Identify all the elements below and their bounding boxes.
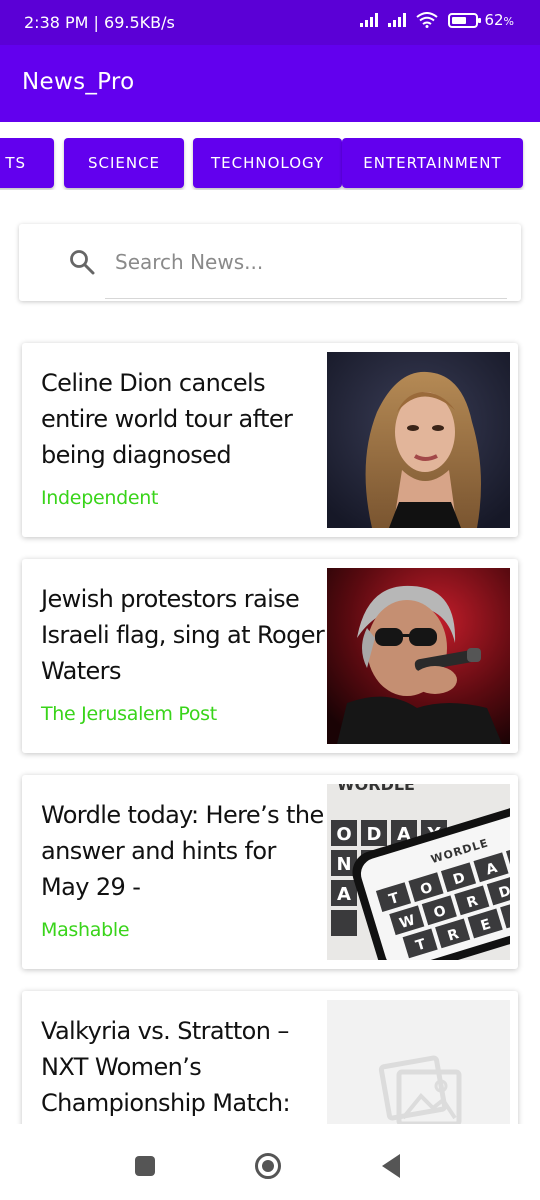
search-underline xyxy=(105,298,507,299)
signal-icon xyxy=(360,13,379,27)
category-button-entertainment[interactable]: ENTERTAINMENT xyxy=(342,138,523,188)
signal-icon-2 xyxy=(388,13,407,27)
wordle-tile: O xyxy=(336,824,351,845)
news-source: The Jerusalem Post xyxy=(41,703,217,725)
search-input[interactable]: Search News... xyxy=(115,250,263,274)
search-card[interactable]: Search News... xyxy=(19,224,521,301)
status-bar: 2:38 PM | 69.5KB/s 62% xyxy=(0,0,540,45)
battery-unit: % xyxy=(503,15,514,28)
battery-icon xyxy=(448,12,482,28)
wordle-title-text: WORDLE xyxy=(337,784,415,794)
news-headline: Valkyria vs. Stratton – NXT Women’s Cham… xyxy=(41,1017,291,1117)
category-button-sports[interactable]: TS xyxy=(0,138,54,188)
battery-percent: 62% xyxy=(484,11,514,29)
news-headline: Celine Dion cancels entire world tour af… xyxy=(41,369,293,469)
status-time: 2:38 PM | 69.5KB/s xyxy=(24,13,175,32)
app-bar: News_Pro xyxy=(0,45,540,122)
back-triangle-icon[interactable] xyxy=(382,1154,400,1178)
wordle-tile: D xyxy=(367,824,382,845)
news-thumbnail-roger-waters[interactable] xyxy=(327,568,510,744)
news-thumbnail-wordle[interactable]: WORDLE O D A Y N O A WORDLE TODAYWORDSTR… xyxy=(327,784,510,960)
news-thumbnail-celine-dion[interactable] xyxy=(327,352,510,528)
battery-value: 62 xyxy=(484,11,504,29)
wifi-icon xyxy=(416,12,439,28)
category-strip[interactable]: TS SCIENCE TECHNOLOGY ENTERTAINMENT xyxy=(0,138,540,190)
news-source: Independent xyxy=(41,487,159,509)
battery-fill xyxy=(452,16,467,24)
news-card-3[interactable]: Wordle today: Here’s the answer and hint… xyxy=(22,775,518,969)
news-card-1[interactable]: Celine Dion cancels entire world tour af… xyxy=(22,343,518,537)
wordle-tile: A xyxy=(337,884,351,905)
status-icons: 62% xyxy=(360,11,514,29)
news-headline: Jewish protestors raise Israeli flag, si… xyxy=(41,585,325,685)
system-nav-bar xyxy=(0,1124,540,1200)
news-headline: Wordle today: Here’s the answer and hint… xyxy=(41,801,324,901)
wordle-tile: N xyxy=(336,854,351,875)
home-circle-icon[interactable] xyxy=(255,1153,281,1179)
news-card-2[interactable]: Jewish protestors raise Israeli flag, si… xyxy=(22,559,518,753)
category-button-technology[interactable]: TECHNOLOGY xyxy=(193,138,342,188)
category-button-science[interactable]: SCIENCE xyxy=(64,138,184,188)
search-icon xyxy=(70,250,95,275)
news-source: Mashable xyxy=(41,919,130,941)
app-title: News_Pro xyxy=(22,69,135,95)
recents-square-icon[interactable] xyxy=(135,1156,155,1176)
